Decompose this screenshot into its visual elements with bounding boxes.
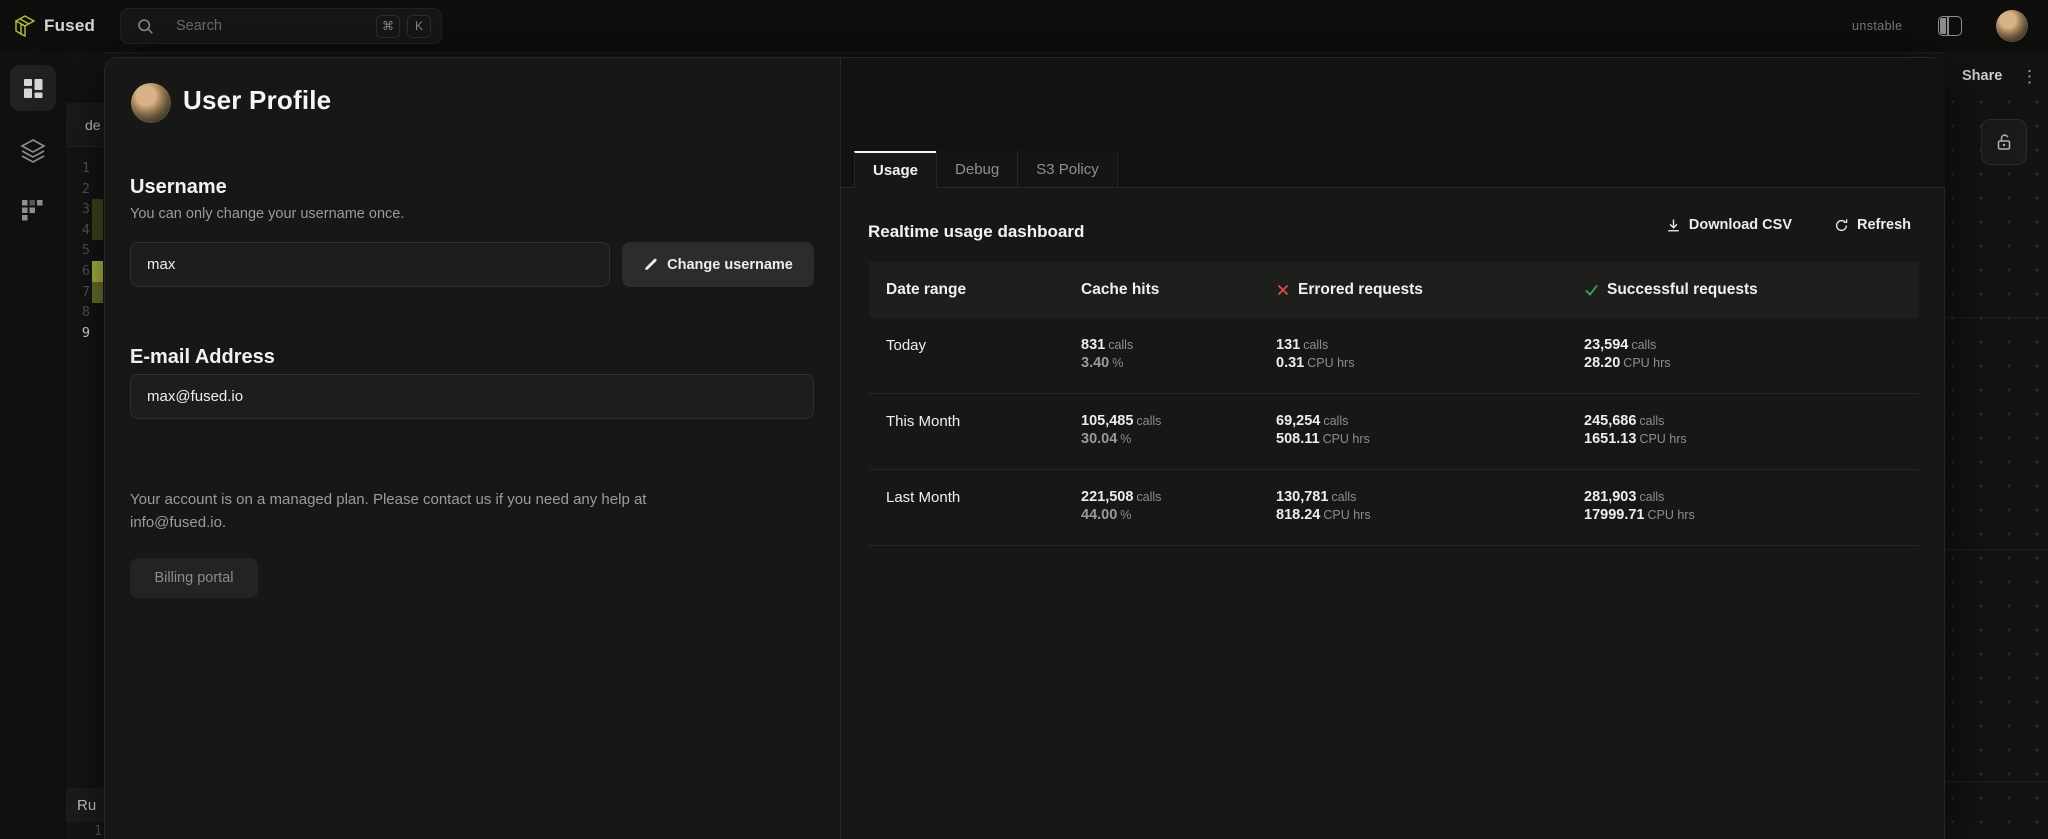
bottom-line-number: 1 <box>94 824 102 839</box>
share-button[interactable]: Share <box>1962 68 2002 84</box>
table-row: This Month 105,485 calls 30.04% 69,254 cal… <box>869 394 1919 470</box>
line-number: 6 <box>81 262 90 279</box>
line-number-gutter: 1 2 3 4 5 6 7 8 9 <box>66 158 90 343</box>
line-number: 8 <box>81 304 90 321</box>
username-heading: Username <box>130 176 227 198</box>
profile-tabs: Usage Debug S3 Policy <box>841 151 1945 188</box>
code-editor-strip: de 1 2 3 4 5 6 7 8 9 Ru 1 <box>66 52 104 839</box>
row-label: This Month <box>886 413 961 430</box>
row-label: Last Month <box>886 489 961 506</box>
profile-avatar <box>131 83 171 123</box>
map-panel: Share ⋮ <box>1945 52 2048 839</box>
username-helper-text: You can only change your username once. <box>130 206 405 222</box>
fused-logo-icon <box>12 13 38 39</box>
right-pane-header-zone <box>841 58 1945 151</box>
layers-icon <box>19 138 47 164</box>
usage-table: Date range Cache hits Errored requests S… <box>869 262 1919 546</box>
refresh-label: Refresh <box>1857 217 1911 233</box>
run-panel-tab[interactable]: Ru <box>66 788 104 822</box>
refresh-icon <box>1834 218 1849 233</box>
editor-file-tab[interactable]: de <box>66 103 104 147</box>
usage-table-header: Date range Cache hits Errored requests S… <box>869 262 1919 318</box>
sidebar-item-modules[interactable] <box>10 188 56 234</box>
k-key-badge: K <box>407 14 431 38</box>
table-row: Last Month 221,508 calls 44.00% 130,781 ca… <box>869 470 1919 546</box>
tab-debug[interactable]: Debug <box>936 151 1019 187</box>
line-number: 3 <box>81 201 90 218</box>
cmd-key-badge: ⌘ <box>376 14 400 38</box>
sidebar-rail <box>0 52 67 839</box>
column-date-range: Date range <box>886 281 967 298</box>
sidebar-item-workbench[interactable] <box>10 65 56 111</box>
dashboard-title: Realtime usage dashboard <box>868 222 1085 241</box>
email-heading: E-mail Address <box>130 346 275 368</box>
column-successful: Successful requests <box>1567 262 1919 318</box>
line-number: 4 <box>81 221 90 238</box>
success-check-icon <box>1584 283 1599 297</box>
billing-portal-button[interactable]: Billing portal <box>130 558 258 598</box>
change-username-label: Change username <box>667 256 793 273</box>
column-errored: Errored requests <box>1259 262 1567 318</box>
line-number-current: 9 <box>81 324 90 341</box>
download-icon <box>1666 218 1681 233</box>
map-tile-seam <box>1945 549 2048 550</box>
sidebar-item-layers[interactable] <box>10 128 56 174</box>
edit-pencil-icon <box>643 257 658 272</box>
workbench-icon <box>23 78 43 98</box>
plan-info-text: Your account is on a managed plan. Pleas… <box>130 491 647 531</box>
editor-tabzone <box>66 52 104 103</box>
top-bar: Fused Search ⌘ K unstable <box>0 0 2048 53</box>
lock-toggle-button[interactable] <box>1981 119 2027 165</box>
modal-title: User Profile <box>183 85 332 115</box>
map-tile-seam <box>1945 317 2048 318</box>
change-username-button[interactable]: Change username <box>622 242 814 287</box>
search-icon <box>137 18 154 35</box>
dashboard-actions: Download CSV Refresh <box>1660 216 1917 234</box>
layout-columns-icon[interactable] <box>1938 16 1962 36</box>
username-input[interactable] <box>130 242 610 287</box>
user-profile-modal: User Profile ✕ Username You can only cha… <box>104 57 1945 839</box>
line-number: 1 <box>81 160 90 176</box>
download-csv-button[interactable]: Download CSV <box>1660 216 1798 234</box>
search-placeholder: Search <box>176 18 222 34</box>
brand-name: Fused <box>44 16 96 35</box>
diff-marker-modified <box>92 199 103 240</box>
table-row: Today 831 calls 3.40% 131 calls 0.31 CPU hr… <box>869 318 1919 394</box>
modules-icon <box>22 200 44 222</box>
lock-open-icon <box>1994 132 2014 152</box>
column-successful-label: Successful requests <box>1607 281 1758 298</box>
line-number: 7 <box>81 283 90 300</box>
refresh-button[interactable]: Refresh <box>1828 216 1917 234</box>
line-number: 2 <box>81 180 90 197</box>
row-label: Today <box>886 337 927 354</box>
error-x-icon <box>1276 283 1290 297</box>
environment-label: unstable <box>1852 19 1903 33</box>
tab-s3-policy[interactable]: S3 Policy <box>1017 151 1118 187</box>
download-csv-label: Download CSV <box>1688 217 1792 233</box>
tab-usage[interactable]: Usage <box>854 151 938 188</box>
column-errored-label: Errored requests <box>1298 281 1423 298</box>
search-input[interactable]: Search ⌘ K <box>120 8 442 44</box>
map-header: Share ⋮ <box>1945 52 2048 100</box>
email-input[interactable] <box>130 374 814 419</box>
more-options-icon[interactable]: ⋮ <box>2021 68 2038 85</box>
column-cache-hits: Cache hits <box>1081 281 1160 298</box>
diff-marker-added <box>92 261 103 282</box>
line-number: 5 <box>81 242 90 259</box>
diff-marker-added-dim <box>92 282 103 303</box>
app-window: Fused Search ⌘ K unstable de 1 2 3 4 5 6… <box>0 0 2048 839</box>
user-avatar[interactable] <box>1996 10 2028 42</box>
map-tile-seam <box>1945 781 2048 782</box>
